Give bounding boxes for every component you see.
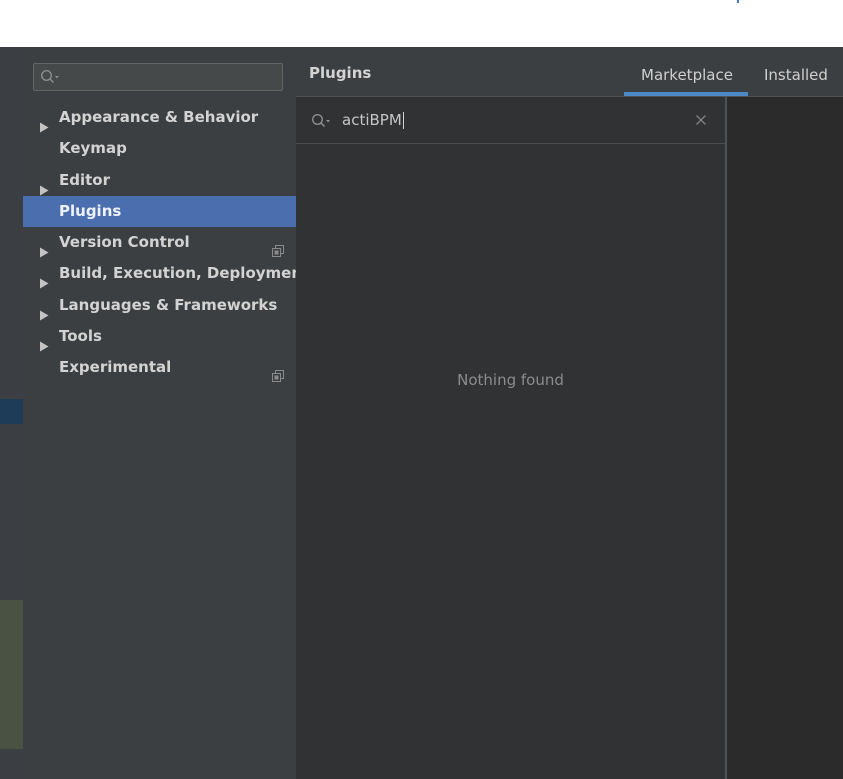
page-title: Plugins xyxy=(309,64,372,82)
sidebar-item-plugins[interactable]: Plugins xyxy=(23,196,296,227)
sidebar-item-editor[interactable]: Editor xyxy=(23,165,296,196)
sidebar-item-label: Appearance & Behavior xyxy=(59,108,259,126)
close-icon[interactable] xyxy=(694,112,708,131)
top-window-strip xyxy=(0,0,843,47)
plugins-panel: Plugins Marketplace Installed actiBPM No… xyxy=(296,47,843,779)
top-window-marker xyxy=(737,0,739,3)
tab-installed[interactable]: Installed xyxy=(764,66,828,84)
sidebar-item-keymap[interactable]: Keymap xyxy=(23,133,296,164)
search-icon[interactable] xyxy=(311,113,333,133)
empty-state-text: Nothing found xyxy=(457,371,564,389)
sidebar-item-label: Build, Execution, Deployment xyxy=(59,264,310,282)
sidebar-item-label: Experimental xyxy=(59,358,172,376)
sidebar-item-label: Languages & Frameworks xyxy=(59,296,278,314)
plugin-search-input[interactable]: actiBPM xyxy=(342,110,672,130)
background-highlight-block xyxy=(0,600,23,749)
plugin-search-bar: actiBPM xyxy=(296,97,726,144)
sidebar-item-experimental[interactable]: Experimental xyxy=(23,352,296,383)
tab-marketplace[interactable]: Marketplace xyxy=(641,66,733,84)
sidebar-item-label: Editor xyxy=(59,171,110,189)
sidebar-item-label: Version Control xyxy=(59,233,190,251)
project-scope-icon xyxy=(272,362,284,393)
plugin-detail-pane xyxy=(727,97,843,779)
plugins-header: Plugins Marketplace Installed xyxy=(296,47,843,97)
sidebar-item-languages-frameworks[interactable]: Languages & Frameworks xyxy=(23,290,296,321)
sidebar-item-appearance-behavior[interactable]: Appearance & Behavior xyxy=(23,102,296,133)
settings-search-input[interactable] xyxy=(33,63,283,91)
plugin-results-list: Nothing found xyxy=(296,144,725,779)
sidebar-item-label: Plugins xyxy=(59,202,122,220)
active-tab-indicator xyxy=(624,92,748,96)
background-editor-strip xyxy=(0,47,23,779)
background-selection-highlight xyxy=(0,399,23,424)
sidebar-item-label: Keymap xyxy=(59,139,127,157)
sidebar-item-build-execution-deployment[interactable]: Build, Execution, Deployment xyxy=(23,258,309,289)
sidebar-item-label: Tools xyxy=(59,327,102,345)
search-icon[interactable] xyxy=(40,69,62,89)
sidebar-item-version-control[interactable]: Version Control xyxy=(23,227,296,258)
sidebar-item-tools[interactable]: Tools xyxy=(23,321,296,352)
settings-sidebar: Appearance & Behavior Keymap Editor Plugins… xyxy=(23,47,309,779)
